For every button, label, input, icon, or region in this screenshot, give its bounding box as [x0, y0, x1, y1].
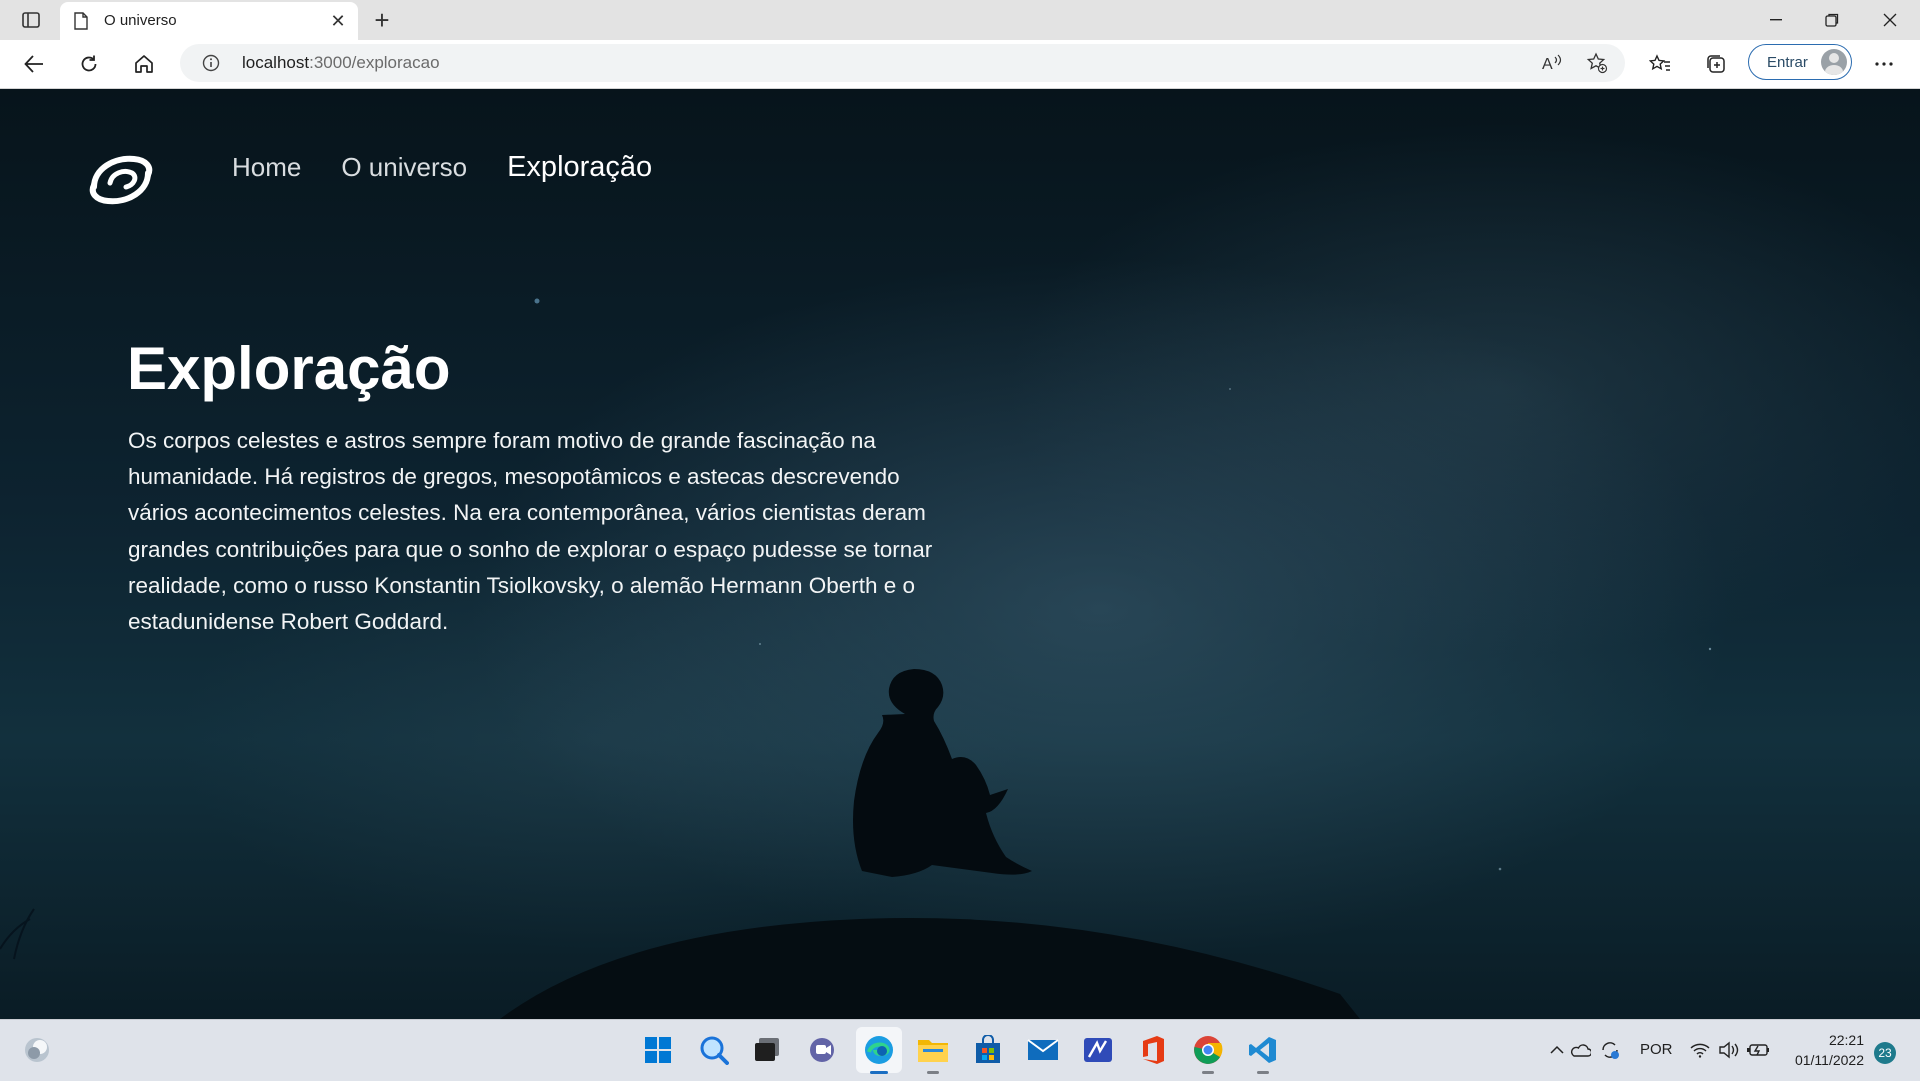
favorites-icon[interactable]	[1644, 48, 1676, 80]
reload-icon[interactable]	[73, 48, 105, 80]
mail-icon[interactable]	[1026, 1033, 1060, 1067]
sync-icon[interactable]	[1593, 1033, 1627, 1067]
nav-link-home[interactable]: Home	[232, 147, 301, 187]
signin-label: Entrar	[1767, 54, 1808, 71]
widgets-icon[interactable]	[20, 1033, 54, 1067]
star-add-icon[interactable]	[1586, 52, 1608, 74]
site-logo[interactable]	[88, 149, 154, 209]
office-icon[interactable]	[1136, 1033, 1170, 1067]
clock-date: 01/11/2022	[1794, 1052, 1864, 1068]
running-indicator	[1202, 1071, 1214, 1074]
battery-icon[interactable]	[1742, 1033, 1776, 1067]
whiteboard-icon[interactable]	[1081, 1033, 1115, 1067]
file-explorer-icon[interactable]	[916, 1033, 950, 1074]
url-text[interactable]: localhost:3000/exploracao	[242, 53, 440, 73]
clock-time: 22:21	[1828, 1032, 1864, 1048]
main-nav: Home O universo Exploração	[232, 147, 652, 187]
notification-badge[interactable]: 23	[1874, 1042, 1896, 1064]
read-aloud-icon[interactable]: A	[1542, 52, 1564, 74]
home-icon[interactable]	[128, 48, 160, 80]
running-indicator	[927, 1071, 939, 1074]
vscode-icon[interactable]	[1246, 1033, 1280, 1074]
tab-actions-icon[interactable]	[18, 9, 44, 31]
hero-paragraph: Os corpos celestes e astros sempre foram…	[128, 428, 933, 635]
teams-chat-icon[interactable]	[806, 1033, 840, 1067]
store-icon[interactable]	[971, 1033, 1005, 1067]
os-taskbar: POR 22:21 01/11/2022 23	[0, 1019, 1920, 1081]
volume-icon[interactable]	[1712, 1033, 1746, 1067]
input-language[interactable]: POR	[1640, 1041, 1673, 1058]
svg-text:A: A	[1542, 56, 1553, 72]
close-window-icon[interactable]	[1862, 0, 1918, 40]
search-icon[interactable]	[697, 1033, 731, 1067]
address-bar[interactable]: localhost:3000/exploracao A	[180, 44, 1625, 82]
browser-tab[interactable]: O universo ✕	[60, 2, 358, 40]
onedrive-icon[interactable]	[1563, 1033, 1597, 1067]
tab-title: O universo	[104, 12, 177, 29]
minimize-icon[interactable]	[1748, 0, 1804, 40]
collections-icon[interactable]	[1700, 48, 1732, 80]
url-path: :3000/exploracao	[309, 53, 440, 72]
edge-icon[interactable]	[856, 1027, 902, 1074]
clock[interactable]: 22:21 01/11/2022	[1788, 1030, 1864, 1070]
active-app-indicator	[870, 1071, 888, 1074]
start-icon[interactable]	[641, 1033, 675, 1067]
info-icon[interactable]	[202, 54, 220, 77]
avatar	[1821, 49, 1847, 75]
url-host: localhost	[242, 53, 310, 72]
task-view-icon[interactable]	[750, 1033, 784, 1067]
chrome-icon[interactable]	[1191, 1033, 1225, 1074]
restore-icon[interactable]	[1804, 0, 1860, 40]
more-icon[interactable]	[1868, 48, 1900, 80]
page-viewport: Home O universo Exploração Exploração Os…	[0, 89, 1920, 1019]
close-tab-icon[interactable]: ✕	[328, 11, 348, 31]
page-title: Exploração	[127, 335, 451, 402]
signin-button[interactable]: Entrar	[1748, 44, 1852, 80]
new-tab-icon[interactable]: +	[368, 6, 396, 34]
browser-tab-bar: O universo ✕ +	[0, 0, 1920, 40]
back-arrow-icon[interactable]	[18, 48, 50, 80]
document-icon	[74, 12, 88, 35]
nav-link-exploracao[interactable]: Exploração	[507, 147, 652, 187]
nav-link-o-universo[interactable]: O universo	[341, 147, 467, 187]
running-indicator	[1257, 1071, 1269, 1074]
browser-toolbar: localhost:3000/exploracao A Entrar	[0, 40, 1920, 89]
